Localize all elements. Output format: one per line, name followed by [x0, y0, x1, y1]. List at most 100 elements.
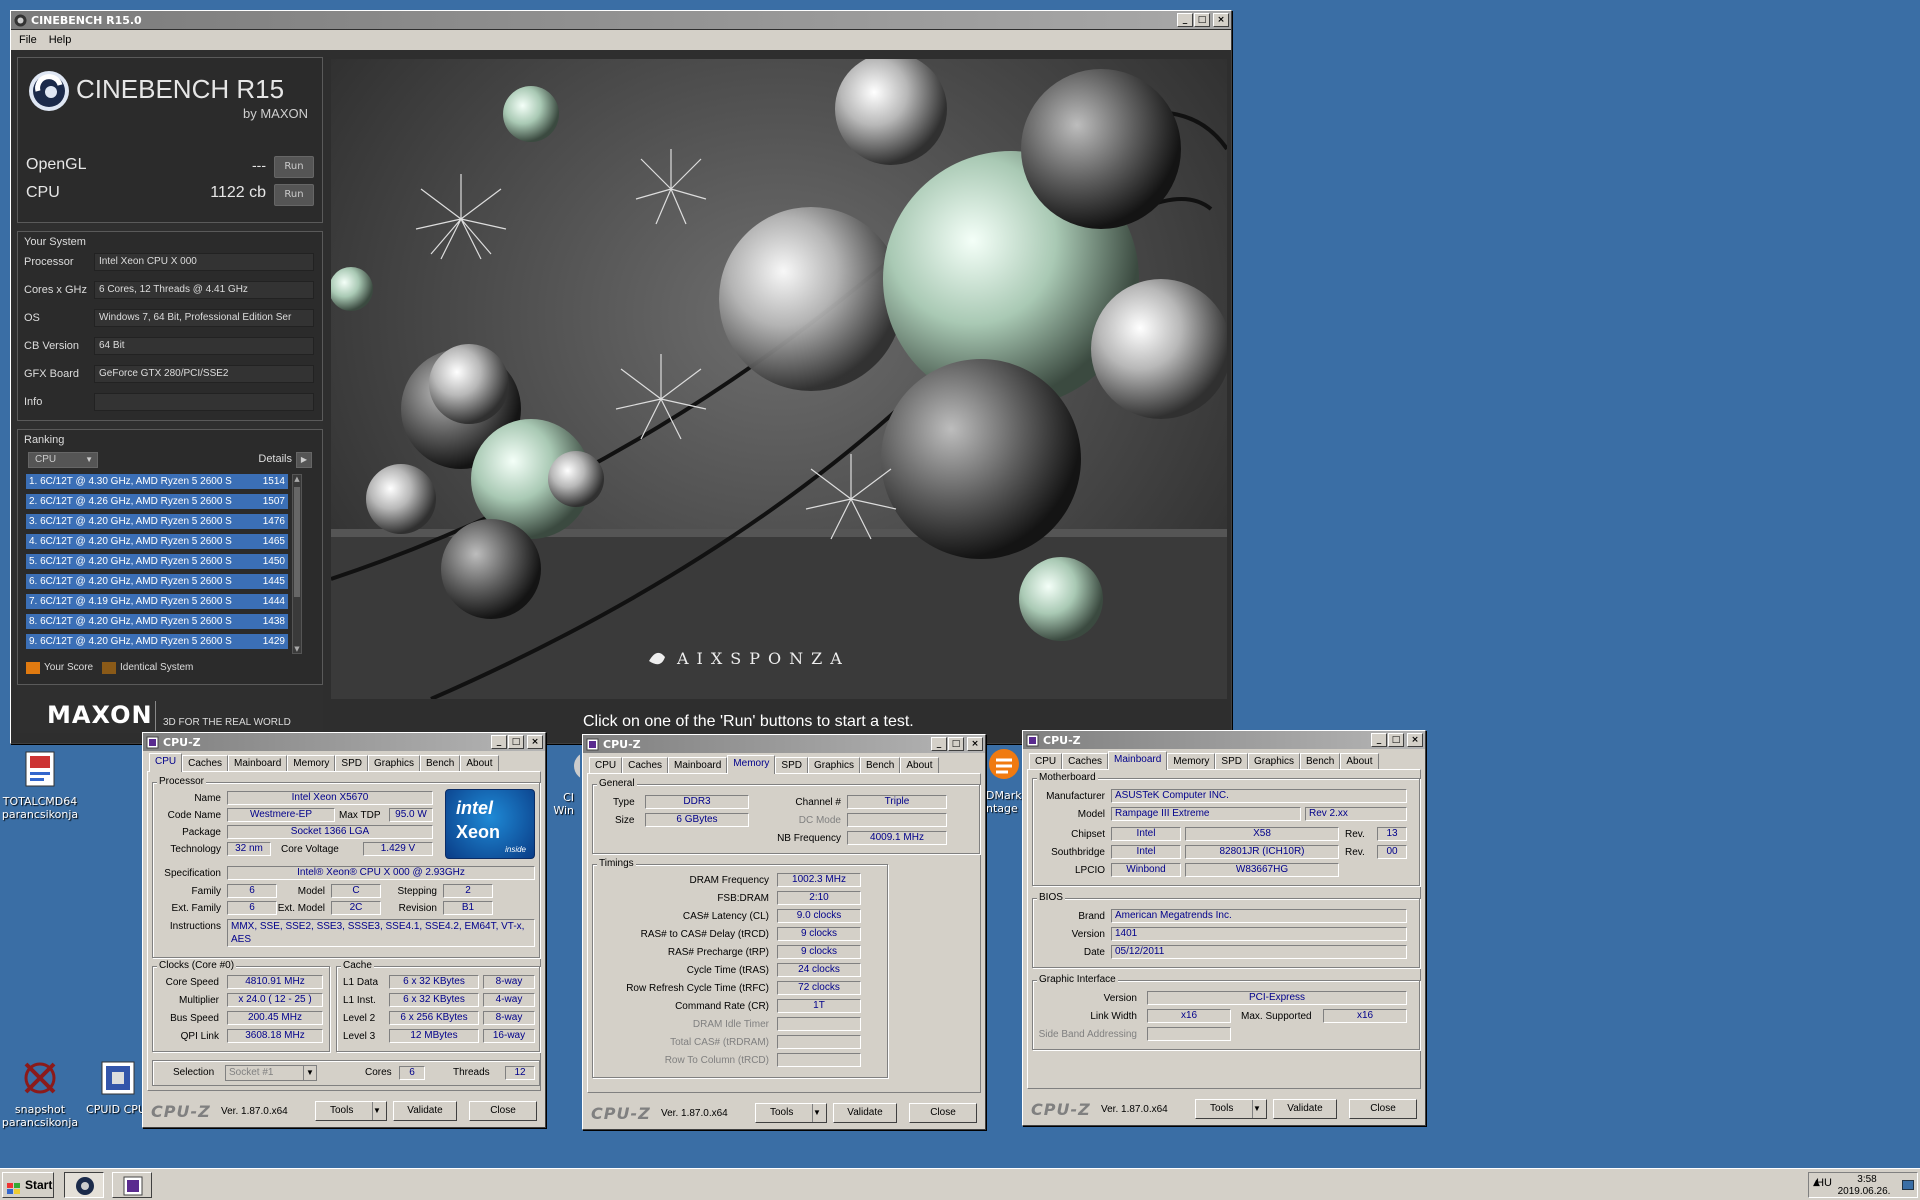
xeon-logo: Xeon: [456, 822, 501, 842]
ranking-item[interactable]: 1. 6C/12T @ 4.30 GHz, AMD Ryzen 5 2600 S…: [26, 474, 288, 489]
minimize-button[interactable]: _: [491, 735, 507, 749]
tab-spd[interactable]: SPD: [1215, 753, 1248, 770]
cpuz-memory-window[interactable]: CPU-Z _ □ × CPU Caches Mainboard Memory …: [582, 734, 986, 1130]
tab-cpu[interactable]: CPU: [589, 757, 623, 774]
ranking-item[interactable]: 2. 6C/12T @ 4.26 GHz, AMD Ryzen 5 2600 S…: [26, 494, 288, 509]
close-button[interactable]: ×: [1407, 733, 1423, 747]
maximize-button[interactable]: □: [508, 735, 524, 749]
info-input[interactable]: [94, 393, 314, 411]
taskbar-cinebench[interactable]: [64, 1172, 104, 1198]
taskbar-cpuz[interactable]: [112, 1172, 152, 1198]
tab-memory[interactable]: Memory: [287, 755, 336, 772]
tab-cpu[interactable]: CPU: [1029, 753, 1063, 770]
tab-spd[interactable]: SPD: [335, 755, 368, 772]
validate-button[interactable]: Validate: [393, 1101, 457, 1121]
validate-button[interactable]: Validate: [1273, 1099, 1337, 1119]
ranking-item[interactable]: 6. 6C/12T @ 4.20 GHz, AMD Ryzen 5 2600 S…: [26, 574, 288, 589]
cpuz-mainboard-body: Motherboard Manufacturer ASUSTeK Compute…: [1027, 769, 1421, 1089]
close-button[interactable]: Close: [909, 1103, 977, 1123]
maximize-button[interactable]: □: [1388, 733, 1404, 747]
tab-about[interactable]: About: [460, 755, 499, 772]
tab-cpu[interactable]: CPU: [149, 753, 183, 772]
tab-memory[interactable]: Memory: [727, 755, 776, 774]
validate-button[interactable]: Validate: [833, 1103, 897, 1123]
tab-graphics[interactable]: Graphics: [367, 755, 420, 772]
desktop-icon-snapshot[interactable]: snapshot parancsikonja: [0, 1056, 80, 1129]
show-desktop-icon[interactable]: [1902, 1180, 1914, 1190]
ranking-select[interactable]: CPU ▼: [28, 452, 98, 468]
tab-caches[interactable]: Caches: [1062, 753, 1109, 770]
selection-select[interactable]: Socket #1 ▼: [225, 1065, 317, 1081]
ranking-scrollbar[interactable]: ▲ ▼: [292, 474, 302, 654]
tab-caches[interactable]: Caches: [182, 755, 229, 772]
close-button[interactable]: ×: [967, 737, 983, 751]
cinebench-window[interactable]: CINEBENCH R15.0 _ □ × File Help CINEBENC…: [10, 10, 1232, 744]
close-button[interactable]: Close: [1349, 1099, 1417, 1119]
ranking-item[interactable]: 5. 6C/12T @ 4.20 GHz, AMD Ryzen 5 2600 S…: [26, 554, 288, 569]
clock-time[interactable]: 3:58: [1839, 1174, 1895, 1185]
bios-version-label: Version: [1071, 929, 1105, 940]
stepping-label: Stepping: [397, 886, 437, 897]
cpuz-cpu-titlebar[interactable]: CPU-Z _ □ ×: [143, 733, 545, 751]
ranking-item[interactable]: 9. 6C/12T @ 4.20 GHz, AMD Ryzen 5 2600 S…: [26, 634, 288, 649]
scroll-thumb[interactable]: [294, 487, 300, 597]
ranking-item[interactable]: 3. 6C/12T @ 4.20 GHz, AMD Ryzen 5 2600 S…: [26, 514, 288, 529]
spec-value: Intel® Xeon® CPU X 000 @ 2.93GHz: [227, 866, 535, 880]
desktop-icon-3dmark[interactable]: DMark ntage: [986, 746, 1026, 815]
cinebench-titlebar[interactable]: CINEBENCH R15.0 _ □ ×: [11, 11, 1231, 29]
close-button[interactable]: ×: [1213, 13, 1229, 27]
tools-button[interactable]: Tools ▼: [1195, 1099, 1267, 1119]
close-button[interactable]: Close: [469, 1101, 537, 1121]
tab-graphics[interactable]: Graphics: [807, 757, 860, 774]
desktop-icon-label: CI Win: [553, 791, 574, 817]
menu-help[interactable]: Help: [45, 34, 76, 46]
ranking-item[interactable]: 7. 6C/12T @ 4.19 GHz, AMD Ryzen 5 2600 S…: [26, 594, 288, 609]
maximize-button[interactable]: □: [948, 737, 964, 751]
tdp-label: Max TDP: [339, 810, 381, 821]
render-image: [331, 59, 1227, 699]
tools-button[interactable]: Tools ▼: [755, 1103, 827, 1123]
tab-about[interactable]: About: [1340, 753, 1379, 770]
ranking-item-text: 1. 6C/12T @ 4.30 GHz, AMD Ryzen 5 2600 S: [29, 476, 232, 487]
cpuz-cpu-window[interactable]: CPU-Z _ □ × CPU Caches Mainboard Memory …: [142, 732, 546, 1128]
ranking-title: Ranking: [24, 434, 65, 446]
maximize-button[interactable]: □: [1194, 13, 1210, 27]
ranking-item-text: 9. 6C/12T @ 4.20 GHz, AMD Ryzen 5 2600 S: [29, 636, 232, 647]
minimize-button[interactable]: _: [931, 737, 947, 751]
tab-spd[interactable]: SPD: [775, 757, 808, 774]
l1i-ways: 4-way: [483, 993, 535, 1007]
tray-expand-icon[interactable]: ▲: [1813, 1178, 1820, 1188]
tools-button[interactable]: Tools ▼: [315, 1101, 387, 1121]
tab-mainboard[interactable]: Mainboard: [228, 755, 288, 772]
details-button[interactable]: ▶: [296, 452, 312, 468]
ranking-item[interactable]: 4. 6C/12T @ 4.20 GHz, AMD Ryzen 5 2600 S…: [26, 534, 288, 549]
tab-about[interactable]: About: [900, 757, 939, 774]
cpu-run-button[interactable]: Run: [274, 184, 314, 206]
minimize-button[interactable]: _: [1177, 13, 1193, 27]
cinebench-icon: [566, 748, 580, 788]
tab-mainboard[interactable]: Mainboard: [668, 757, 728, 774]
tab-memory[interactable]: Memory: [1167, 753, 1216, 770]
cpuz-mainboard-window[interactable]: CPU-Z _ □ × CPU Caches Mainboard Memory …: [1022, 730, 1426, 1126]
start-button[interactable]: Start: [2, 1172, 54, 1198]
minimize-button[interactable]: _: [1371, 733, 1387, 747]
clock-date[interactable]: 2019.06.26.: [1829, 1186, 1899, 1197]
tab-bench[interactable]: Bench: [1300, 753, 1341, 770]
desktop-icon-cinebench[interactable]: CI Win: [540, 748, 580, 817]
tab-caches[interactable]: Caches: [622, 757, 669, 774]
opengl-run-button[interactable]: Run: [274, 156, 314, 178]
max-supported-value: x16: [1323, 1009, 1407, 1023]
desktop-icon-totalcmd[interactable]: TOTALCMD64 parancsikonja: [0, 748, 80, 821]
version-label: Ver. 1.87.0.x64: [1101, 1104, 1168, 1115]
tab-mainboard[interactable]: Mainboard: [1108, 751, 1168, 770]
ranking-item-score: 1445: [262, 576, 285, 587]
close-button[interactable]: ×: [527, 735, 543, 749]
tab-bench[interactable]: Bench: [860, 757, 901, 774]
menu-file[interactable]: File: [11, 34, 45, 46]
cpuz-app-icon: [146, 736, 159, 749]
cpuz-memory-titlebar[interactable]: CPU-Z _ □ ×: [583, 735, 985, 753]
tab-graphics[interactable]: Graphics: [1247, 753, 1300, 770]
cpuz-mainboard-titlebar[interactable]: CPU-Z _ □ ×: [1023, 731, 1425, 749]
tab-bench[interactable]: Bench: [420, 755, 461, 772]
ranking-item[interactable]: 8. 6C/12T @ 4.20 GHz, AMD Ryzen 5 2600 S…: [26, 614, 288, 629]
